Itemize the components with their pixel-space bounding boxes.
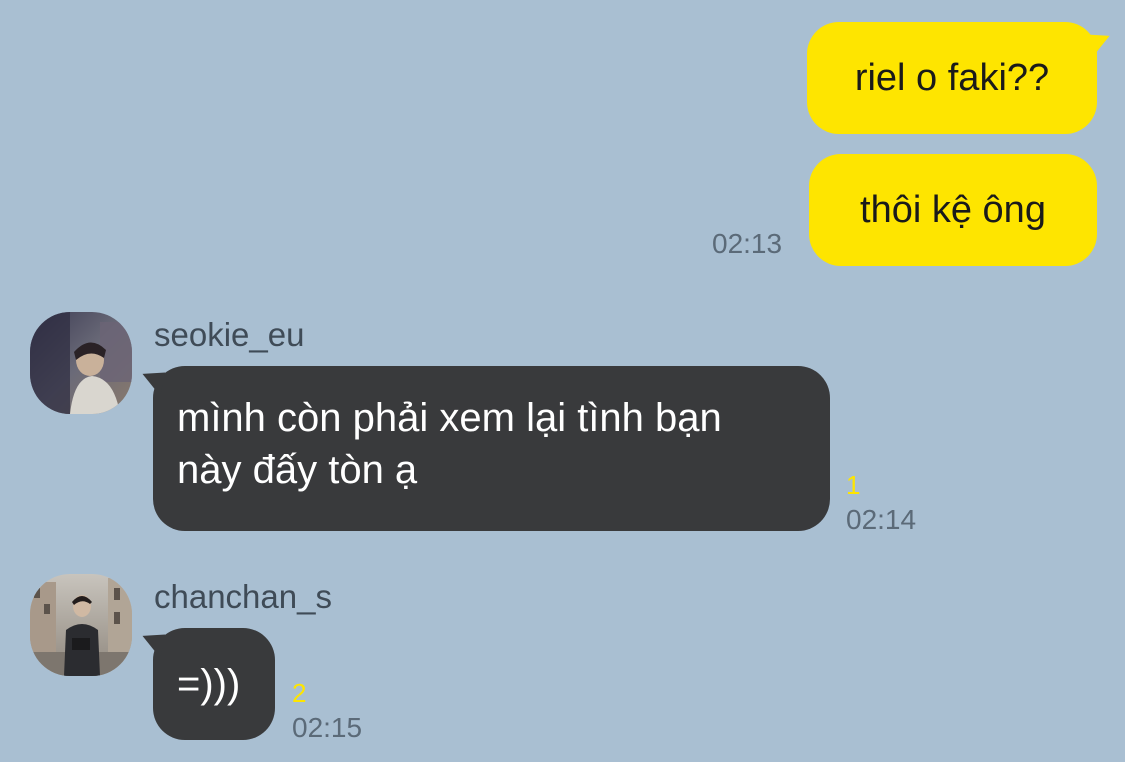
- unread-count: 1: [846, 470, 861, 500]
- message-text-line: mình còn phải xem lại tình bạn: [177, 396, 722, 440]
- message-text-line: này đấy tòn ạ: [177, 448, 418, 492]
- avatar[interactable]: [30, 312, 132, 414]
- outgoing-message[interactable]: thôi kệ ông: [809, 154, 1097, 266]
- unread-count: 2: [292, 678, 307, 708]
- message-timestamp: 02:15: [292, 712, 363, 743]
- incoming-message[interactable]: mình còn phải xem lại tình bạn này đấy t…: [153, 366, 830, 531]
- message-timestamp: 02:13: [712, 228, 783, 259]
- sender-name: seokie_eu: [154, 316, 305, 353]
- profile-photo-icon: [30, 574, 132, 676]
- message-timestamp: 02:14: [846, 504, 917, 535]
- incoming-message[interactable]: =))): [153, 628, 275, 740]
- message-text-line: =))): [177, 662, 241, 706]
- avatar[interactable]: [30, 574, 132, 676]
- message-text: thôi kệ ông: [860, 189, 1046, 231]
- outgoing-message[interactable]: riel o faki??: [807, 22, 1097, 134]
- profile-photo-icon: [30, 312, 132, 414]
- sender-name: chanchan_s: [154, 578, 332, 615]
- message-text: riel o faki??: [854, 57, 1050, 99]
- chat-view: riel o faki?? thôi kệ ông 02:13 seokie_e…: [0, 0, 1125, 762]
